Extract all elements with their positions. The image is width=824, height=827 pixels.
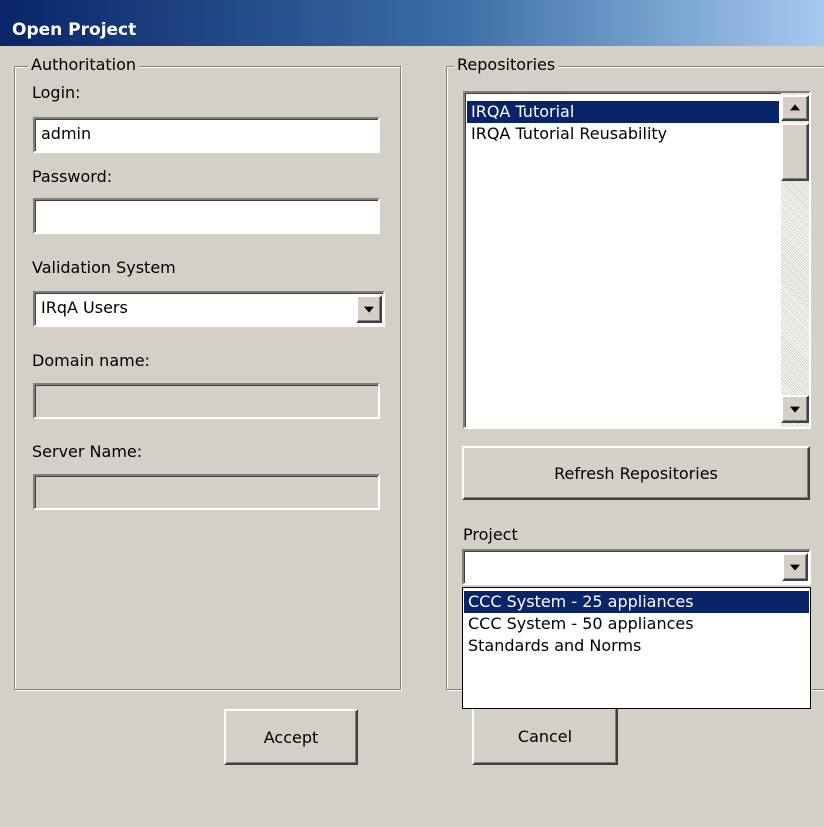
server-name-input xyxy=(33,474,380,510)
validation-system-select[interactable]: IRqA Users xyxy=(33,291,385,327)
cancel-button[interactable]: Cancel xyxy=(472,709,618,765)
password-label: Password: xyxy=(32,167,113,186)
repositories-list[interactable]: IRQA Tutorial IRQA Tutorial Reusability xyxy=(463,91,811,429)
validation-system-label: Validation System xyxy=(32,258,176,277)
repository-item-label: IRQA Tutorial xyxy=(471,102,575,121)
repositories-scrollbar[interactable] xyxy=(781,93,809,427)
server-name-label: Server Name: xyxy=(32,442,143,461)
authorization-group xyxy=(14,66,401,690)
validation-dropdown-button[interactable] xyxy=(356,295,382,323)
login-label: Login: xyxy=(32,83,81,102)
chevron-down-icon xyxy=(790,406,800,413)
scroll-down-button[interactable] xyxy=(781,395,809,423)
list-item[interactable]: CCC System - 25 appliances xyxy=(464,591,809,613)
chevron-down-icon xyxy=(790,564,800,571)
window-title: Open Project xyxy=(12,20,137,40)
chevron-down-icon xyxy=(364,306,374,313)
password-input[interactable] xyxy=(33,198,380,234)
scroll-thumb[interactable] xyxy=(781,123,809,181)
title-bar[interactable]: Open Project xyxy=(0,0,824,46)
list-item[interactable]: CCC System - 50 appliances xyxy=(464,613,809,635)
authorization-group-label: Authoritation xyxy=(28,56,140,74)
project-select[interactable] xyxy=(462,549,811,585)
project-option-label: CCC System - 50 appliances xyxy=(468,614,694,633)
project-option-label: Standards and Norms xyxy=(468,636,642,655)
project-dropdown-button[interactable] xyxy=(782,553,808,581)
domain-name-label: Domain name: xyxy=(32,351,150,370)
accept-button[interactable]: Accept xyxy=(224,709,358,765)
login-input[interactable]: admin xyxy=(33,117,380,153)
refresh-repositories-button[interactable]: Refresh Repositories xyxy=(462,446,810,500)
list-item[interactable]: Standards and Norms xyxy=(464,635,809,657)
repositories-group-label: Repositories xyxy=(454,56,559,74)
scroll-up-button[interactable] xyxy=(781,95,809,121)
validation-system-value: IRqA Users xyxy=(41,298,128,317)
project-option-label: CCC System - 25 appliances xyxy=(468,592,694,611)
project-label: Project xyxy=(463,525,518,544)
project-dropdown-list[interactable]: CCC System - 25 appliances CCC System - … xyxy=(462,587,811,709)
repository-item-label: IRQA Tutorial Reusability xyxy=(471,124,668,143)
domain-name-input xyxy=(33,383,380,419)
chevron-up-icon xyxy=(790,104,800,111)
list-item[interactable]: IRQA Tutorial xyxy=(467,101,779,123)
list-item[interactable]: IRQA Tutorial Reusability xyxy=(467,123,779,145)
